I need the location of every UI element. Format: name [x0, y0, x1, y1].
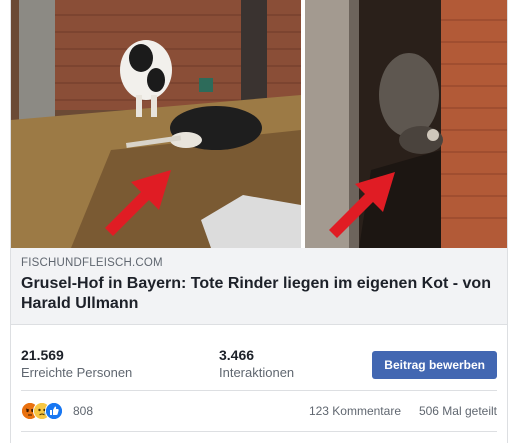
- reach-label: Erreichte Personen: [21, 365, 133, 380]
- reach-value: 21.569: [21, 347, 64, 363]
- boost-post-button[interactable]: Beitrag bewerben: [372, 351, 497, 379]
- link-preview[interactable]: FISCHUNDFLEISCH.COM Grusel-Hof in Bayern…: [11, 248, 507, 325]
- divider: [21, 390, 497, 391]
- reactions-bar: 808 123 Kommentare 506 Mal geteilt: [11, 397, 507, 425]
- link-domain: FISCHUNDFLEISCH.COM: [21, 257, 163, 269]
- reach-stat: 21.569 Erreichte Personen: [21, 346, 132, 382]
- shares-count-link[interactable]: 506 Mal geteilt: [419, 404, 497, 418]
- divider: [21, 431, 497, 432]
- link-preview-image[interactable]: [11, 0, 507, 248]
- engagement-stat: 3.466 Interaktionen: [219, 346, 294, 382]
- left-photo: [11, 0, 301, 248]
- engagement-value: 3.466: [219, 347, 255, 363]
- link-headline[interactable]: Grusel-Hof in Bayern: Tote Rinder liegen…: [21, 274, 501, 314]
- like-icon: [45, 402, 63, 420]
- right-photo: [305, 0, 507, 248]
- comments-count-link[interactable]: 123 Kommentare: [309, 404, 401, 418]
- post-card: FISCHUNDFLEISCH.COM Grusel-Hof in Bayern…: [10, 0, 508, 443]
- engagement-label: Interaktionen: [219, 365, 295, 380]
- post-insights: 21.569 Erreichte Personen 3.466 Interakt…: [11, 336, 507, 388]
- reaction-count[interactable]: 808: [73, 404, 93, 418]
